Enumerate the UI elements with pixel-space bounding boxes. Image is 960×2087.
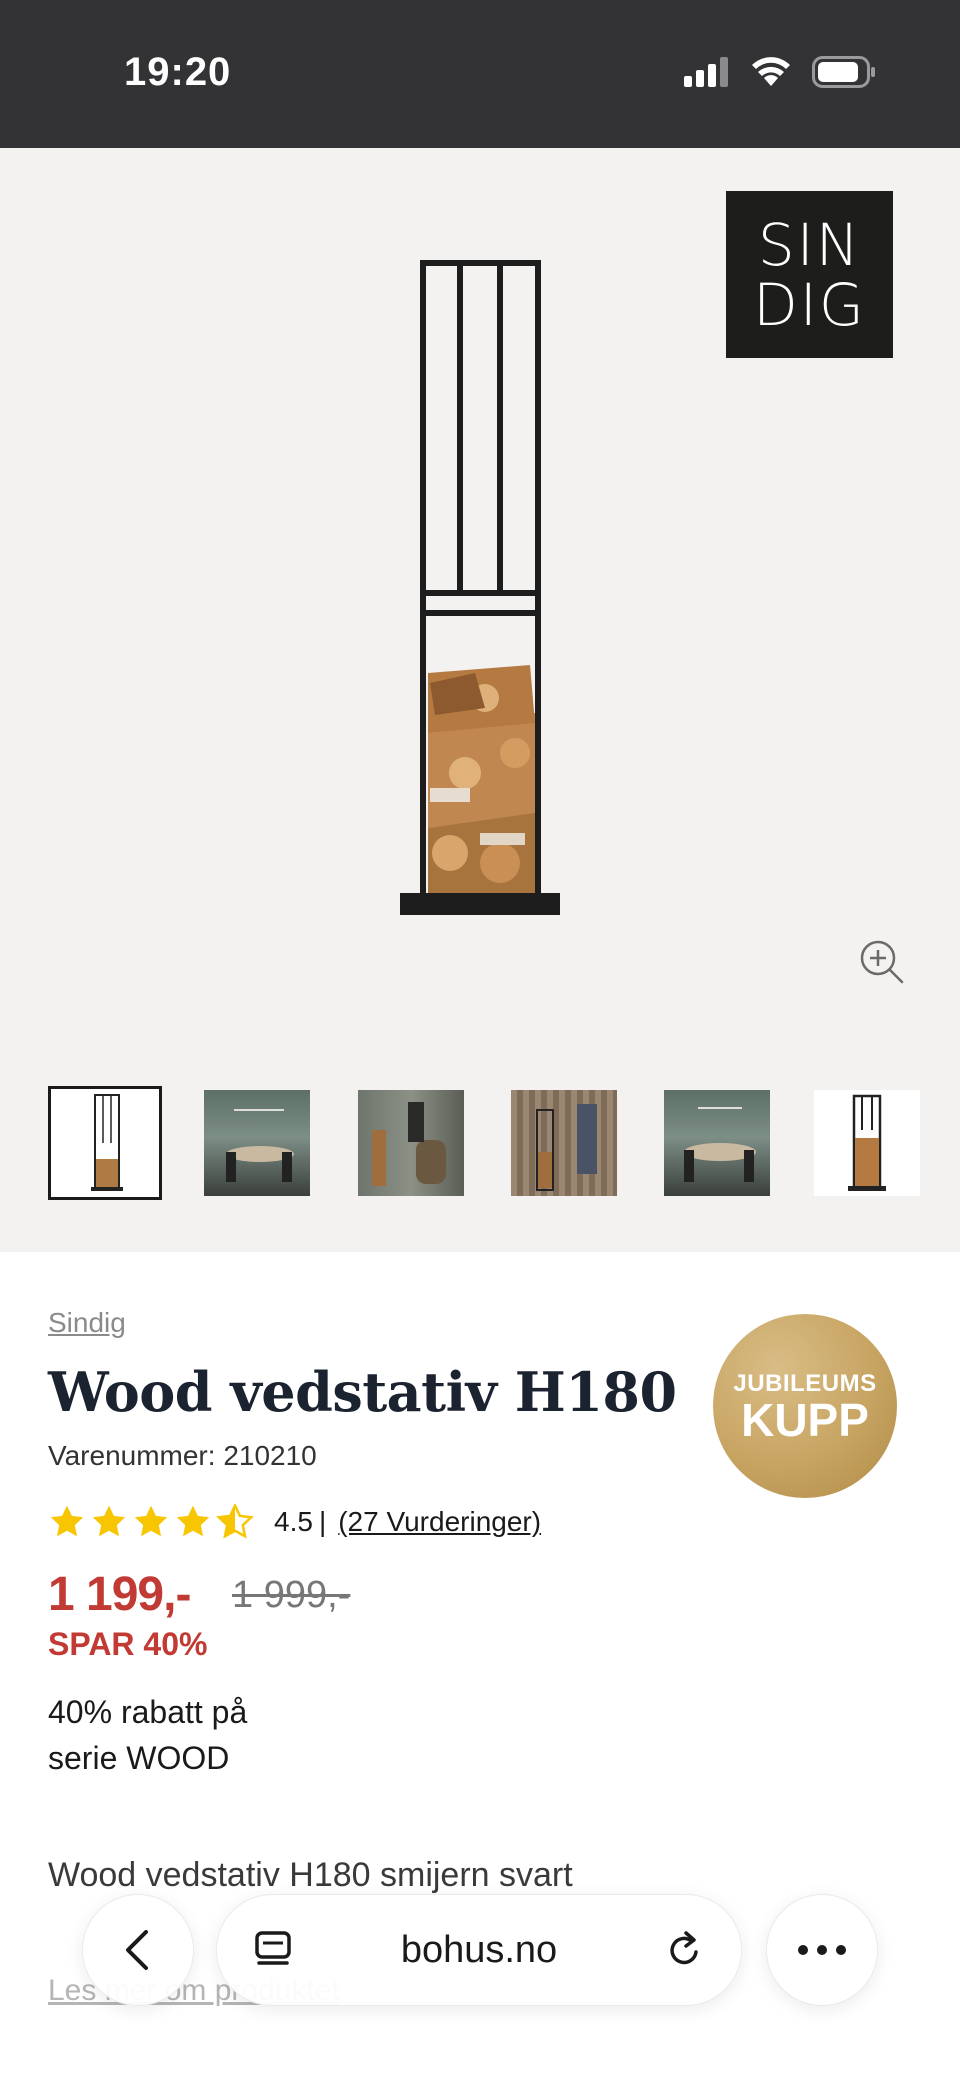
- status-bar: 19:20: [0, 0, 960, 148]
- wifi-icon: [752, 57, 790, 86]
- promo-line2: serie WOOD: [48, 1740, 230, 1776]
- thumbnail-4[interactable]: [511, 1090, 617, 1196]
- cellular-signal-icon: [684, 57, 728, 87]
- zoom-icon[interactable]: [858, 938, 906, 986]
- product-sku: Varenummer: 210210: [48, 1440, 317, 1471]
- browser-toolbar: bohus.no: [0, 1880, 960, 2020]
- status-icons: [684, 56, 876, 88]
- star-icon: [92, 1505, 126, 1537]
- save-label: SPAR 40%: [48, 1626, 208, 1662]
- thumbnail-5[interactable]: [664, 1090, 770, 1196]
- thumbnail-2[interactable]: [204, 1090, 310, 1196]
- old-price: 1 999,-: [232, 1574, 351, 1616]
- star-icon: [134, 1505, 168, 1537]
- more-options-button[interactable]: [766, 1894, 878, 2006]
- url-text[interactable]: bohus.no: [401, 1929, 557, 1972]
- brand-logo: SIN DIG: [726, 191, 893, 358]
- tab-overview-icon[interactable]: [251, 1928, 295, 1972]
- product-gallery: SIN DIG: [0, 148, 960, 1252]
- promo-line1: 40% rabatt på: [48, 1694, 248, 1730]
- rating-value: 4.5: [274, 1506, 313, 1537]
- brand-logo-bottom: DIG: [753, 270, 866, 339]
- thumbnail-6[interactable]: [814, 1090, 920, 1196]
- badge-line2: KUPP: [741, 1394, 869, 1446]
- product-image[interactable]: [390, 253, 570, 953]
- brand-link[interactable]: Sindig: [48, 1307, 126, 1339]
- back-button[interactable]: [82, 1894, 194, 2006]
- battery-icon: [812, 56, 875, 88]
- product-rating: 4.5 | (27 Vurderinger): [48, 1504, 541, 1540]
- rating-stars: [48, 1504, 254, 1540]
- rating-separator: |: [318, 1506, 327, 1537]
- current-price: 1 199,-: [48, 1568, 191, 1621]
- promo-text: 40% rabatt på serie WOOD: [48, 1689, 348, 1781]
- rating-count-link[interactable]: (27 Vurderinger): [338, 1506, 541, 1538]
- brand-logo-top: SIN: [757, 210, 862, 279]
- reload-icon[interactable]: [663, 1928, 707, 1972]
- product-title: Wood vedstativ H180: [48, 1360, 677, 1424]
- thumbnail-3[interactable]: [358, 1090, 464, 1196]
- jubileums-kupp-badge: JUBILEUMS KUPP: [713, 1314, 897, 1498]
- address-bar[interactable]: bohus.no: [216, 1894, 742, 2006]
- thumbnail-1[interactable]: [48, 1086, 162, 1200]
- half-star-icon: [216, 1504, 254, 1539]
- chevron-left-icon: [126, 1930, 148, 1970]
- status-time: 19:20: [124, 50, 232, 94]
- star-icon: [176, 1505, 210, 1537]
- thumbnail-strip: [48, 1086, 928, 1202]
- star-icon: [50, 1505, 84, 1537]
- ellipsis-icon: [798, 1945, 846, 1955]
